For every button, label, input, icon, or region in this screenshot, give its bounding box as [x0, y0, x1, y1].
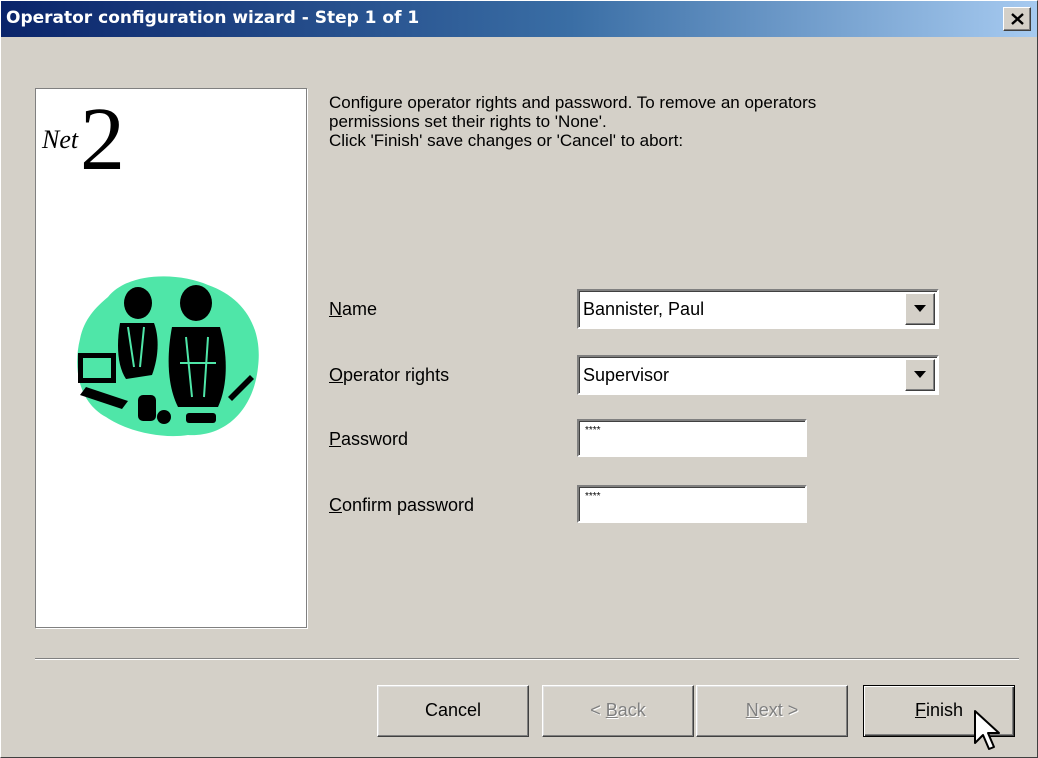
chevron-down-icon	[914, 371, 926, 378]
password-field-value: ****	[585, 425, 601, 436]
name-label: Name	[329, 299, 377, 320]
password-label-accesskey: P	[329, 429, 342, 449]
logo-two-text: 2	[80, 90, 125, 189]
operators-clipart	[77, 276, 259, 437]
finish-button-accesskey: F	[914, 700, 926, 720]
back-button-accesskey: B	[605, 700, 618, 720]
next-button-accesskey: N	[745, 700, 759, 720]
cancel-button-label: Cancel	[424, 700, 482, 720]
cancel-button[interactable]: Cancel	[377, 685, 529, 737]
close-icon	[1011, 13, 1024, 25]
finish-button-rest: inish	[925, 700, 964, 720]
name-dropdown-value: Bannister, Paul	[583, 299, 705, 319]
next-button-rest: ext >	[758, 700, 799, 720]
confirm-password-label-rest: onfirm password	[342, 495, 475, 515]
close-button[interactable]	[1003, 7, 1031, 31]
confirm-password-field-value: ****	[585, 491, 601, 502]
operator-rights-dropdown-button[interactable]	[905, 359, 935, 391]
name-dropdown-button[interactable]	[905, 293, 935, 325]
confirm-password-label: Confirm password	[329, 495, 474, 516]
back-button[interactable]: < Back	[542, 685, 694, 737]
password-field[interactable]: ****	[577, 419, 807, 457]
operator-rights-value: Supervisor	[583, 365, 670, 385]
next-button[interactable]: Next >	[696, 685, 848, 737]
back-button-rest: ack	[617, 700, 646, 720]
wizard-side-panel: Net 2	[35, 88, 307, 628]
net2-logo: Net 2	[42, 95, 152, 189]
password-label-rest: assword	[341, 429, 409, 449]
operator-rights-label-accesskey: O	[329, 365, 344, 385]
operator-rights-label: Operator rights	[329, 365, 449, 386]
name-label-accesskey: N	[329, 299, 342, 319]
back-button-prefix: <	[590, 700, 606, 720]
operator-rights-dropdown[interactable]: Supervisor	[577, 355, 939, 395]
instructions-line-3: Click 'Finish' save changes or 'Cancel' …	[329, 131, 684, 150]
operator-rights-label-rest: perator rights	[343, 365, 450, 385]
mouse-pointer-icon	[974, 710, 1000, 750]
instructions-line-2: permissions set their rights to 'None'.	[329, 112, 607, 131]
wizard-window: Operator configuration wizard - Step 1 o…	[0, 0, 1038, 758]
chevron-down-icon	[914, 305, 926, 312]
name-label-rest: ame	[342, 299, 378, 319]
title-bar: Operator configuration wizard - Step 1 o…	[1, 1, 1037, 37]
instructions-text: Configure operator rights and password. …	[329, 93, 989, 150]
name-dropdown[interactable]: Bannister, Paul	[577, 289, 939, 329]
instructions-line-1: Configure operator rights and password. …	[329, 93, 817, 112]
password-label: Password	[329, 429, 408, 450]
window-title: Operator configuration wizard - Step 1 o…	[6, 8, 420, 28]
confirm-password-field[interactable]: ****	[577, 485, 807, 523]
confirm-password-label-accesskey: C	[329, 495, 342, 515]
logo-net-text: Net	[42, 125, 79, 154]
footer-separator	[35, 658, 1019, 660]
